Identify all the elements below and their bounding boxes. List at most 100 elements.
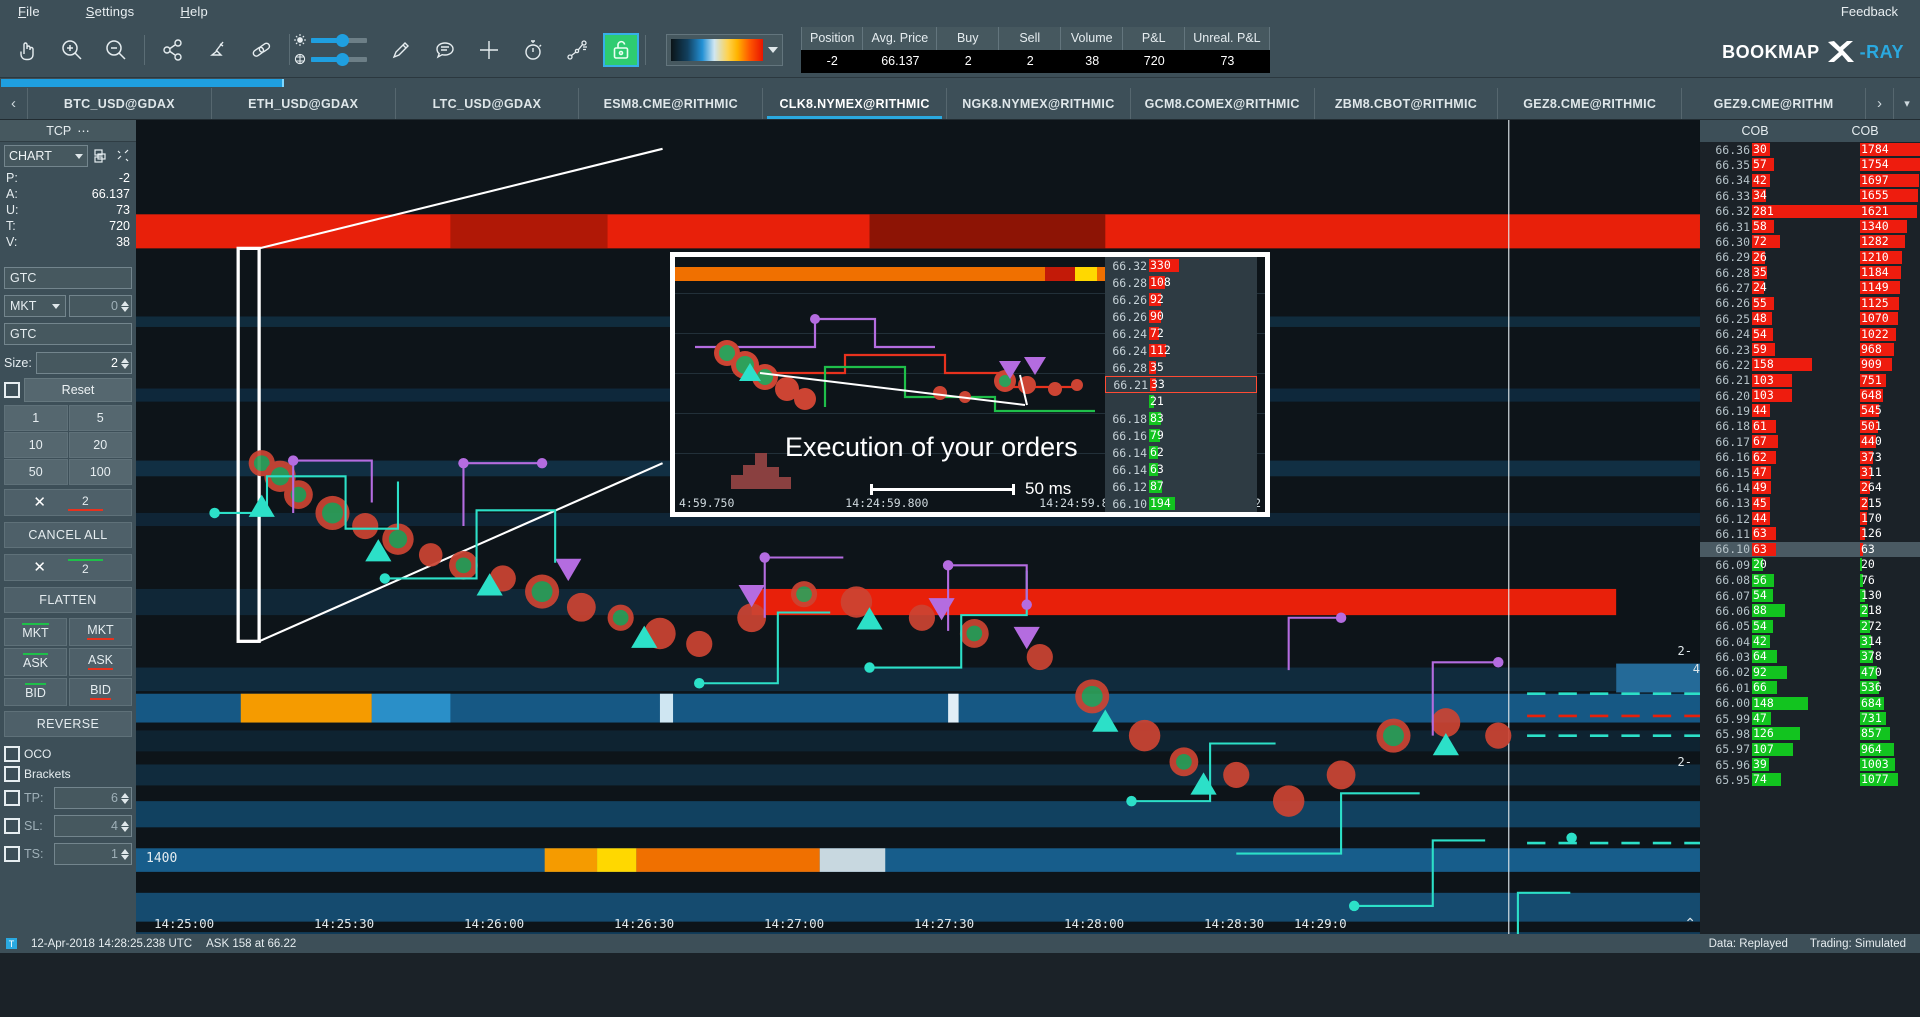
ladder-cob-cell[interactable]: 731 <box>1860 711 1920 726</box>
ladder-bid-cell[interactable]: 148 <box>1752 696 1860 711</box>
ladder-cob-cell[interactable]: 684 <box>1860 696 1920 711</box>
link-icon[interactable] <box>239 28 283 72</box>
ladder-bid-cell[interactable]: 54 <box>1752 619 1860 634</box>
ts-checkbox[interactable] <box>4 846 20 862</box>
ladder-cob-cell[interactable]: 215 <box>1860 496 1920 511</box>
zoom-in-icon[interactable] <box>50 28 94 72</box>
order-price-stepper[interactable]: 0 <box>69 295 132 317</box>
ladder-bid-cell[interactable]: 74 <box>1752 772 1860 787</box>
reset-button[interactable]: Reset <box>24 378 132 402</box>
ladder-bid-cell[interactable]: 58 <box>1752 219 1860 234</box>
ladder-cob-cell[interactable]: 1754 <box>1860 157 1920 172</box>
note-icon[interactable] <box>423 28 467 72</box>
ladder-bid-cell[interactable]: 47 <box>1752 465 1860 480</box>
ladder-cob-cell[interactable]: 1003 <box>1860 757 1920 772</box>
ladder-row[interactable]: 66.2359968 <box>1700 342 1920 357</box>
ladder-bid-cell[interactable]: 126 <box>1752 726 1860 741</box>
chart-expand-chevron-icon[interactable]: ⌃ <box>1684 915 1696 932</box>
quick-size-100[interactable]: 100 <box>69 459 133 485</box>
ladder-cob-cell[interactable]: 63 <box>1860 542 1920 557</box>
ladder-row[interactable]: 65.9947731 <box>1700 711 1920 726</box>
tab-scroll-right[interactable]: › <box>1866 88 1894 119</box>
ladder-row[interactable]: 66.28351184 <box>1700 265 1920 280</box>
ladder-row[interactable]: 66.33341655 <box>1700 188 1920 203</box>
ladder-cob-cell[interactable]: 1784 <box>1860 142 1920 157</box>
ladder-cob-cell[interactable]: 1184 <box>1860 265 1920 280</box>
tab-zbm8-cbot[interactable]: ZBM8.CBOT@RITHMIC <box>1315 88 1499 119</box>
share-icon[interactable] <box>151 28 195 72</box>
ladder-bid-cell[interactable]: 72 <box>1752 234 1860 249</box>
tp-checkbox[interactable] <box>4 790 20 806</box>
link-broken-icon[interactable] <box>114 147 132 165</box>
menu-item-file[interactable]: FFileile <box>18 4 40 19</box>
chevron-down-icon[interactable] <box>768 47 778 53</box>
ladder-bid-cell[interactable]: 45 <box>1752 496 1860 511</box>
ladder-bid-cell[interactable]: 47 <box>1752 711 1860 726</box>
stepper-up-icon[interactable] <box>121 821 129 826</box>
tif-top-select[interactable]: GTC <box>4 267 132 289</box>
stepper-up-icon[interactable] <box>121 793 129 798</box>
ladder-row[interactable]: 66.24541022 <box>1700 327 1920 342</box>
ladder-cob-cell[interactable]: 76 <box>1860 573 1920 588</box>
ladder-row[interactable]: 66.00148684 <box>1700 696 1920 711</box>
tab-gcm8-comex[interactable]: GCM8.COMEX@RITHMIC <box>1131 88 1315 119</box>
ladder-row[interactable]: 66.26551125 <box>1700 296 1920 311</box>
ladder-cob-cell[interactable]: 1621 <box>1860 204 1920 219</box>
path-tool-icon[interactable] <box>555 28 599 72</box>
tab-gez9-cme[interactable]: GEZ9.CME@RITHM <box>1682 88 1866 119</box>
buy-ask-button[interactable]: ASK <box>4 648 67 676</box>
ladder-bid-cell[interactable]: 62 <box>1752 450 1860 465</box>
ladder-bid-cell[interactable]: 39 <box>1752 757 1860 772</box>
ladder-bid-cell[interactable]: 24 <box>1752 280 1860 295</box>
ladder-bid-cell[interactable]: 63 <box>1752 542 1860 557</box>
ladder-cob-cell[interactable]: 1340 <box>1860 219 1920 234</box>
buy-bid-button[interactable]: BID <box>4 678 67 706</box>
ladder-bid-cell[interactable]: 66 <box>1752 680 1860 695</box>
cancel-buy-orders-button[interactable]: ✕ 2 <box>4 554 132 581</box>
ladder-row[interactable]: 66.1244170 <box>1700 511 1920 526</box>
tif-bottom-select[interactable]: GTC <box>4 323 132 345</box>
ladder-row[interactable]: 66.0754130 <box>1700 588 1920 603</box>
ladder-cob-cell[interactable]: 1282 <box>1860 234 1920 249</box>
ladder-cob-cell[interactable]: 909 <box>1860 357 1920 372</box>
ladder-cob-cell[interactable]: 501 <box>1860 419 1920 434</box>
stepper-down-icon[interactable] <box>121 827 129 832</box>
ladder-row[interactable]: 66.1767440 <box>1700 434 1920 449</box>
ladder-cob-cell[interactable]: 1210 <box>1860 250 1920 265</box>
tab-esm8-cme[interactable]: ESM8.CME@RITHMIC <box>579 88 763 119</box>
ladder-bid-cell[interactable]: 42 <box>1752 634 1860 649</box>
zoom-out-icon[interactable] <box>94 28 138 72</box>
ladder-bid-cell[interactable]: 54 <box>1752 588 1860 603</box>
ladder-cob-cell[interactable]: 1070 <box>1860 311 1920 326</box>
ladder-row[interactable]: 66.1345215 <box>1700 496 1920 511</box>
copy-icon[interactable] <box>92 147 110 165</box>
stepper-up-icon[interactable] <box>121 358 129 363</box>
ladder-row[interactable]: 66.0166536 <box>1700 680 1920 695</box>
ladder-row[interactable]: 66.0364378 <box>1700 649 1920 664</box>
ladder-cob-cell[interactable]: 964 <box>1860 742 1920 757</box>
magnifier-chevron-icon[interactable]: ⌃ <box>1169 511 1181 517</box>
ladder-row[interactable]: 66.092020 <box>1700 557 1920 572</box>
ladder-cob-cell[interactable]: 264 <box>1860 480 1920 495</box>
ladder-row[interactable]: 66.085676 <box>1700 573 1920 588</box>
quick-size-10[interactable]: 10 <box>4 432 68 458</box>
ladder-cob-cell[interactable]: 1077 <box>1860 772 1920 787</box>
ladder-row[interactable]: 66.21103751 <box>1700 373 1920 388</box>
buy-mkt-button[interactable]: MKT <box>4 618 67 646</box>
ladder-bid-cell[interactable]: 56 <box>1752 573 1860 588</box>
ts-stepper[interactable]: 1 <box>54 843 132 865</box>
ladder-row[interactable]: 66.30721282 <box>1700 234 1920 249</box>
ladder-cob-cell[interactable]: 20 <box>1860 557 1920 572</box>
ladder-row[interactable]: 65.97107964 <box>1700 742 1920 757</box>
stepper-down-icon[interactable] <box>121 799 129 804</box>
ladder-bid-cell[interactable]: 20 <box>1752 557 1860 572</box>
ladder-cob-cell[interactable]: 1149 <box>1860 280 1920 295</box>
stopwatch-icon[interactable] <box>511 28 555 72</box>
ladder-bid-cell[interactable]: 281 <box>1752 204 1860 219</box>
ladder-cob-cell[interactable]: 648 <box>1860 388 1920 403</box>
ladder-bid-cell[interactable]: 63 <box>1752 526 1860 541</box>
ladder-row[interactable]: 66.1547311 <box>1700 465 1920 480</box>
ladder-bid-cell[interactable]: 55 <box>1752 296 1860 311</box>
ladder-cob-cell[interactable]: 536 <box>1860 680 1920 695</box>
ladder-bid-cell[interactable]: 35 <box>1752 265 1860 280</box>
